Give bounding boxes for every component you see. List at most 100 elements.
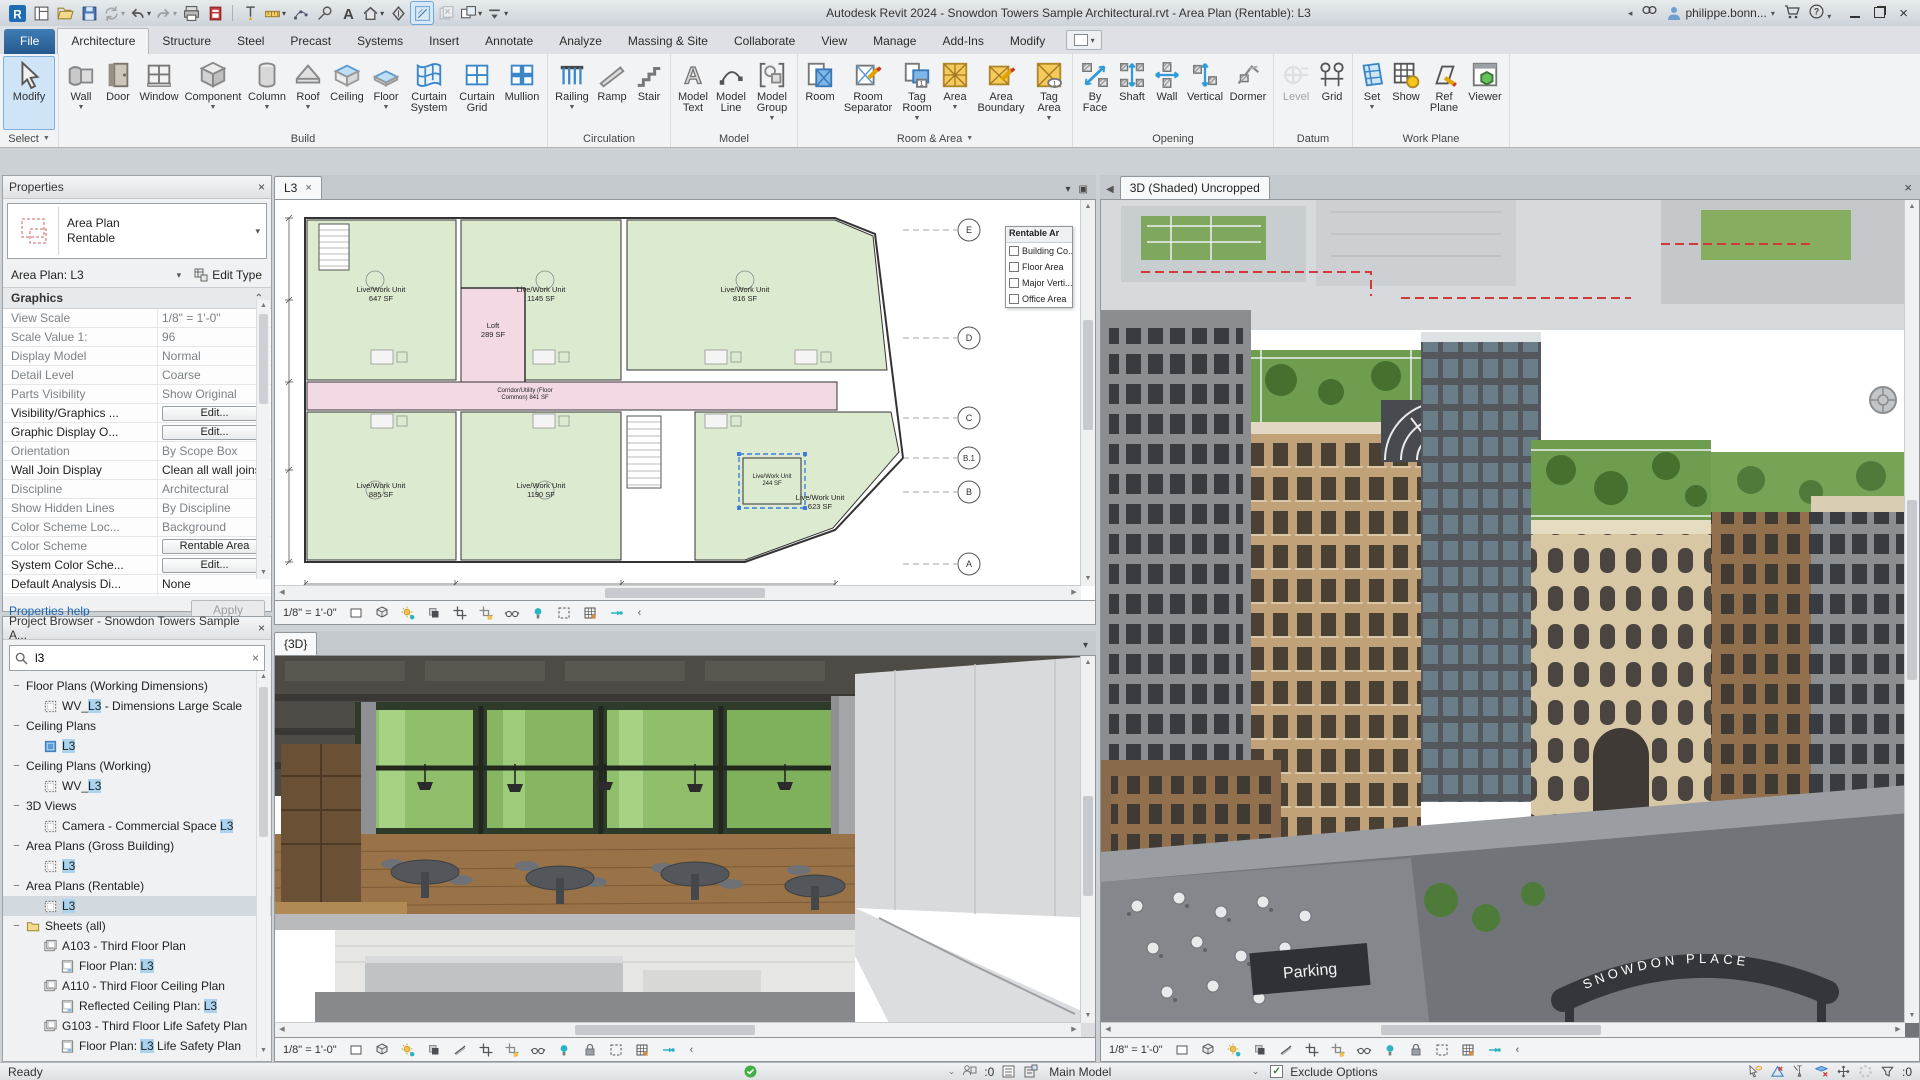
tab-3d-shaded[interactable]: 3D (Shaded) Uncropped: [1119, 176, 1270, 199]
print-setup-icon[interactable]: [204, 2, 226, 24]
text-note-icon[interactable]: A: [337, 2, 359, 24]
dormer-button[interactable]: Dormer: [1226, 56, 1270, 130]
drag-on-selection-icon[interactable]: [1836, 1064, 1851, 1079]
property-value[interactable]: Edit...: [158, 404, 271, 422]
visual-style-icon[interactable]: [348, 604, 365, 621]
legend-checkbox[interactable]: [1009, 278, 1019, 288]
worksharing-status-icon[interactable]: [743, 1064, 758, 1079]
property-value[interactable]: 96: [158, 328, 271, 346]
by-face-button[interactable]: By Face: [1076, 56, 1114, 130]
ribbon-tab-precast[interactable]: Precast: [277, 29, 344, 54]
property-value[interactable]: Edit...: [158, 556, 271, 574]
tree-item[interactable]: − Sheets (all): [3, 916, 271, 936]
undo-icon[interactable]: ▾: [128, 2, 152, 24]
aligned-dimension-icon[interactable]: [289, 2, 311, 24]
l3-horizontal-scrollbar[interactable]: ◀ ▶: [275, 585, 1081, 600]
wall-opening-button[interactable]: Wall: [1150, 56, 1184, 130]
qat-collapse-arrow-icon[interactable]: ◂: [1628, 8, 1633, 19]
minimize-button[interactable]: [1850, 6, 1861, 21]
l3-plan-canvas[interactable]: E D C B.1 B A Live/Work Unit 647 SF Live/Work Un…: [274, 199, 1096, 601]
tab-scroll-left-icon[interactable]: ◀: [1100, 184, 1120, 199]
edit-type-button[interactable]: Edit Type: [189, 266, 267, 284]
browser-scrollbar[interactable]: ▲ ▼: [256, 671, 270, 1057]
ribbon-tab-systems[interactable]: Systems: [344, 29, 416, 54]
door-button[interactable]: Door: [100, 56, 136, 130]
window-button[interactable]: Window: [136, 56, 182, 130]
crop-region-icon[interactable]: [504, 1041, 521, 1058]
sync-with-central-icon[interactable]: ▾: [102, 2, 126, 24]
curtain-grid-button[interactable]: Curtain Grid: [454, 56, 500, 130]
shaft-button[interactable]: Shaft: [1114, 56, 1150, 130]
property-value[interactable]: Clean all wall joins: [158, 461, 271, 479]
sketchy-lines-icon[interactable]: [452, 1041, 469, 1058]
project-browser-header[interactable]: Project Browser - Snowdon Towers Sample …: [3, 614, 271, 642]
default-3d-view-icon[interactable]: ▾: [361, 2, 385, 24]
tree-item[interactable]: G103 - Third Floor Life Safety Plan: [3, 1016, 271, 1036]
ribbon-tab-collaborate[interactable]: Collaborate: [721, 29, 808, 54]
sun-path-icon[interactable]: [400, 1041, 417, 1058]
tag-room-button[interactable]: 1 Tag Room ▼: [897, 56, 937, 130]
component-button[interactable]: Component ▼: [182, 56, 244, 130]
shaded-box-icon[interactable]: [374, 1041, 391, 1058]
displace-elements-icon[interactable]: [660, 1041, 677, 1058]
filter-icon[interactable]: [1880, 1064, 1895, 1079]
ceiling-button[interactable]: Ceiling: [326, 56, 368, 130]
ribbon-tab-insert[interactable]: Insert: [416, 29, 472, 54]
legend-checkbox[interactable]: [1009, 262, 1019, 272]
room-separator-button[interactable]: Room Separator: [839, 56, 897, 130]
ribbon-tab-add-ins[interactable]: Add-Ins: [929, 29, 996, 54]
model-group-button[interactable]: Model Group ▼: [750, 56, 794, 130]
tree-item[interactable]: − Floor Plans (Working Dimensions): [3, 676, 271, 696]
measure-icon[interactable]: ▾: [263, 2, 287, 24]
revit-logo-icon[interactable]: R: [6, 2, 28, 24]
dropdown-arrow-icon[interactable]: ▼: [569, 104, 576, 111]
dropdown-arrow-icon[interactable]: ▼: [210, 104, 217, 111]
crop-view-icon[interactable]: [1304, 1041, 1321, 1058]
column-button[interactable]: Column ▼: [244, 56, 290, 130]
tab-options-icon[interactable]: ▣: [1079, 184, 1088, 195]
tree-item[interactable]: Floor Plan: L3 Life Safety Plan: [3, 1036, 271, 1056]
browser-search[interactable]: ×: [9, 645, 265, 671]
tree-item[interactable]: − Area Plans (Rentable): [3, 876, 271, 896]
l3-vertical-scrollbar[interactable]: ▲ ▼: [1080, 200, 1095, 586]
panel-label-select[interactable]: Select ▼: [0, 130, 58, 147]
curtain-system-button[interactable]: Curtain System: [404, 56, 454, 130]
exterior-3d-canvas[interactable]: Parking SNOWDON PLACE ▲ ▼ ◀ ▶: [1100, 199, 1920, 1038]
tree-item[interactable]: −3D Views: [3, 796, 271, 816]
type-selector-dropdown-icon[interactable]: ▾: [249, 226, 266, 237]
property-edit-button[interactable]: Edit...: [162, 425, 267, 440]
property-edit-button[interactable]: Edit...: [162, 406, 267, 421]
dropdown-arrow-icon[interactable]: ▼: [264, 104, 271, 111]
legend-item[interactable]: Floor Area: [1006, 259, 1072, 275]
displace-elements-icon[interactable]: [608, 604, 625, 621]
tree-item[interactable]: Floor Plan: L3: [3, 956, 271, 976]
railing-button[interactable]: Railing ▼: [551, 56, 593, 130]
cart-icon[interactable]: [1784, 4, 1800, 22]
select-links-icon[interactable]: [1748, 1064, 1763, 1079]
property-value[interactable]: Background: [158, 518, 271, 536]
property-value[interactable]: By Discipline: [158, 499, 271, 517]
rentable-area-legend[interactable]: Rentable Ar Building Co... Floor Area Majo…: [1005, 226, 1073, 308]
crop-region-icon[interactable]: [1330, 1041, 1347, 1058]
legend-title[interactable]: Rentable Ar: [1006, 227, 1072, 243]
panel-menu-arrow-icon[interactable]: ▼: [43, 135, 50, 142]
control-bar-collapse-icon[interactable]: ‹: [690, 1044, 694, 1056]
exterior-vertical-scrollbar[interactable]: ▲ ▼: [1904, 200, 1919, 1023]
property-value[interactable]: Normal: [158, 347, 271, 365]
vertical-button[interactable]: Vertical: [1184, 56, 1226, 130]
tag-by-category-icon[interactable]: [313, 2, 335, 24]
ribbon-tab-file[interactable]: File: [4, 29, 56, 54]
reveal-hidden-glasses-icon[interactable]: [504, 604, 521, 621]
ribbon-tab-steel[interactable]: Steel: [224, 29, 277, 54]
restore-button[interactable]: [1874, 6, 1886, 21]
tree-item[interactable]: A103 - Third Floor Plan: [3, 936, 271, 956]
model-text-button[interactable]: A Model Text: [674, 56, 712, 130]
property-value[interactable]: None: [158, 575, 271, 593]
legend-checkbox[interactable]: [1009, 246, 1019, 256]
property-edit-button[interactable]: Rentable Area: [162, 539, 267, 554]
show-button[interactable]: Show: [1388, 56, 1424, 130]
legend-item[interactable]: Major Verti...: [1006, 275, 1072, 291]
temporary-hide-bulb-icon[interactable]: [1382, 1041, 1399, 1058]
exclude-options-checkbox[interactable]: ✓: [1270, 1065, 1284, 1078]
tree-item[interactable]: A110 - Third Floor Ceiling Plan: [3, 976, 271, 996]
